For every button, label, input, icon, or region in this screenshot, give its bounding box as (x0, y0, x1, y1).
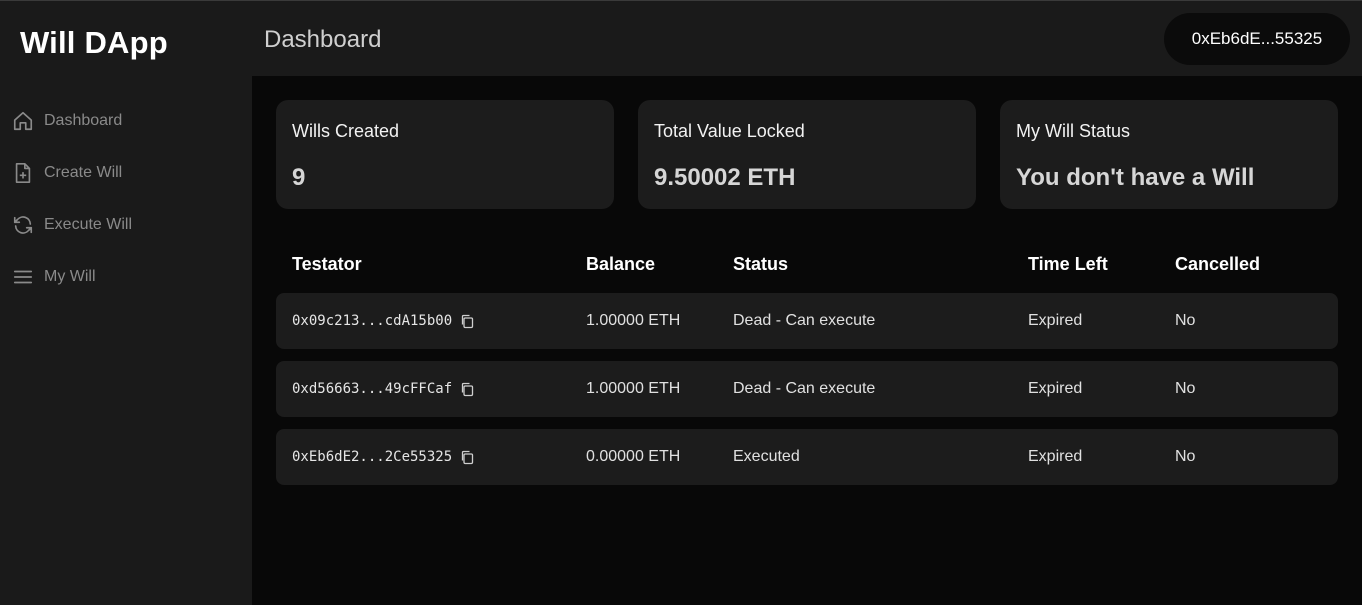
stat-value: You don't have a Will (1016, 164, 1255, 191)
status-cell: Executed (733, 448, 800, 465)
testator-cell: 0x09c213...cdA15b00 (292, 293, 474, 349)
file-plus-icon (12, 162, 34, 184)
sidebar-item-my-will[interactable]: My Will (12, 263, 96, 291)
stat-label: My Will Status (1016, 121, 1131, 141)
stat-label: Wills Created (292, 121, 400, 141)
table-row: 0x09c213...cdA15b00 1.00000 ETH Dead - C… (276, 293, 1338, 349)
wallet-address-button[interactable]: 0xEb6dE...55325 (1164, 13, 1350, 65)
time-left-cell: Expired (1028, 448, 1083, 465)
page-title: Dashboard (264, 26, 382, 53)
sidebar-item-label: Dashboard (44, 112, 123, 129)
stat-card-wills-created: Wills Created 9 (276, 100, 614, 209)
sidebar: Will DApp Dashboard Create Will Execute … (0, 1, 252, 605)
app-logo: Will DApp (20, 25, 168, 60)
top-header: Dashboard 0xEb6dE...55325 (252, 1, 1362, 76)
copy-icon[interactable] (460, 450, 474, 465)
column-header-testator: Testator (292, 254, 362, 274)
stat-value: 9 (292, 164, 306, 191)
stat-value: 9.50002 ETH (654, 164, 796, 191)
sidebar-item-label: My Will (44, 268, 96, 285)
sidebar-item-dashboard[interactable]: Dashboard (12, 107, 122, 135)
balance-cell: 1.00000 ETH (586, 312, 681, 329)
table-row: 0xEb6dE2...2Ce55325 0.00000 ETH Executed… (276, 429, 1338, 485)
column-header-status: Status (733, 254, 789, 274)
testator-cell: 0xd56663...49cFFCaf (292, 361, 474, 417)
refresh-icon (12, 214, 34, 236)
column-header-time-left: Time Left (1028, 254, 1108, 274)
stat-card-total-value-locked: Total Value Locked 9.50002 ETH (638, 100, 976, 209)
time-left-cell: Expired (1028, 380, 1083, 397)
cancelled-cell: No (1175, 448, 1196, 465)
testator-address: 0xd56663...49cFFCaf (292, 381, 453, 397)
cancelled-cell: No (1175, 312, 1196, 329)
testator-address: 0x09c213...cdA15b00 (292, 313, 453, 329)
app-window: Will DApp Dashboard Create Will Execute … (0, 0, 1362, 605)
sidebar-item-label: Create Will (44, 164, 123, 181)
sidebar-item-execute-will[interactable]: Execute Will (12, 211, 132, 239)
status-cell: Dead - Can execute (733, 312, 876, 329)
testator-address: 0xEb6dE2...2Ce55325 (292, 449, 453, 465)
sidebar-item-create-will[interactable]: Create Will (12, 159, 122, 187)
copy-icon[interactable] (460, 382, 474, 397)
table-row: 0xd56663...49cFFCaf 1.00000 ETH Dead - C… (276, 361, 1338, 417)
sidebar-item-label: Execute Will (44, 216, 133, 233)
cancelled-cell: No (1175, 380, 1196, 397)
column-header-balance: Balance (586, 254, 656, 274)
balance-cell: 1.00000 ETH (586, 380, 681, 397)
stat-card-my-will-status: My Will Status You don't have a Will (1000, 100, 1338, 209)
time-left-cell: Expired (1028, 312, 1083, 329)
stat-label: Total Value Locked (654, 121, 805, 141)
status-cell: Dead - Can execute (733, 380, 876, 397)
column-header-cancelled: Cancelled (1175, 254, 1261, 274)
balance-cell: 0.00000 ETH (586, 448, 681, 465)
testator-cell: 0xEb6dE2...2Ce55325 (292, 429, 474, 485)
menu-icon (12, 266, 34, 288)
home-icon (12, 110, 34, 132)
copy-icon[interactable] (460, 314, 474, 329)
